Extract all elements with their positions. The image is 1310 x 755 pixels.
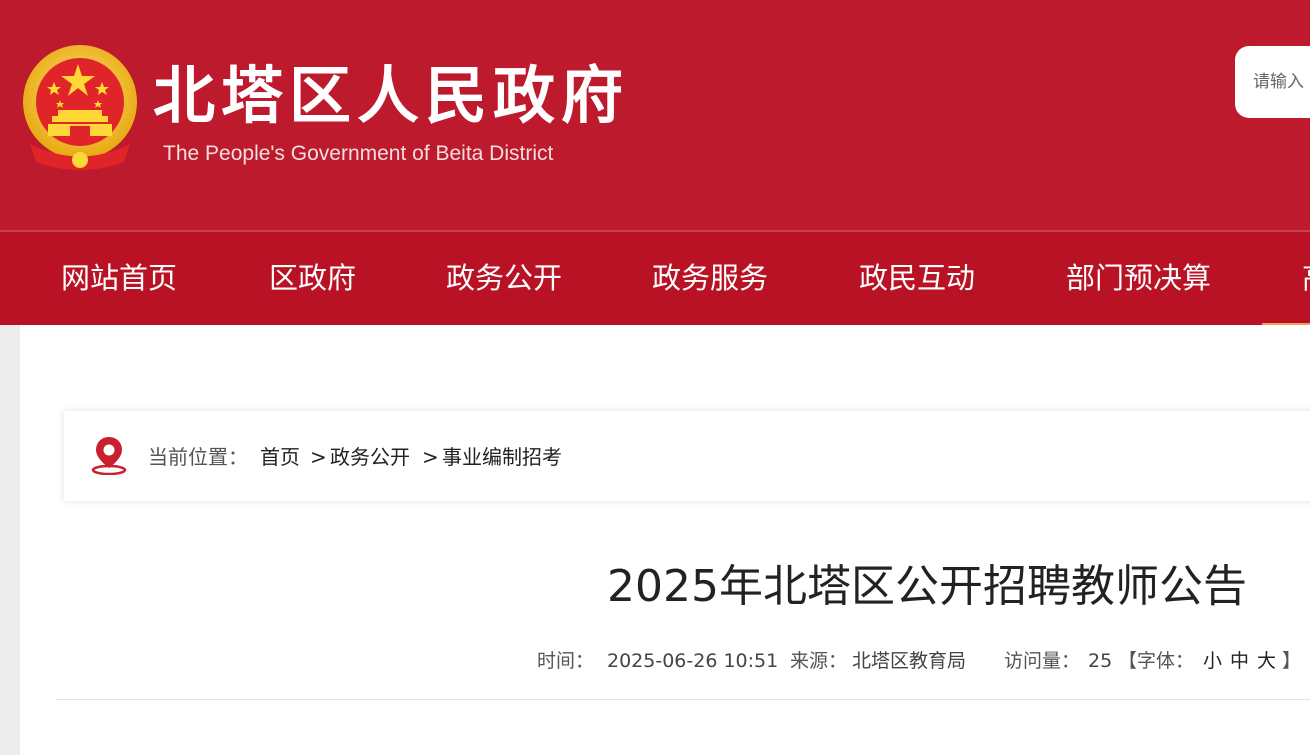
site-title: 北塔区人民政府 (153, 59, 630, 132)
main-nav: 网站首页 区政府 政务公开 政务服务 政民互动 部门预决算 高 (0, 230, 1310, 325)
national-emblem-icon (23, 45, 137, 170)
nav-item-department-budget[interactable]: 部门预决算 (1066, 232, 1211, 325)
search-box[interactable] (1235, 46, 1310, 118)
breadcrumb-separator: > (422, 445, 439, 469)
source-label: 来源： (790, 650, 848, 672)
location-pin-icon (91, 437, 127, 475)
divider (56, 699, 1310, 700)
breadcrumb-recruitment[interactable]: 事业编制招考 (442, 444, 562, 470)
font-size-label: 【字体： (1118, 650, 1195, 672)
publish-time: 2025-06-26 10:51 (607, 650, 779, 672)
breadcrumb-home[interactable]: 首页 (260, 444, 300, 470)
site-header: 北塔区人民政府 The People's Government of Beita… (0, 0, 1310, 230)
font-size-close: 】 (1282, 650, 1302, 672)
article-title: 2025年北塔区公开招聘教师公告 (607, 561, 1247, 612)
search-input[interactable] (1253, 68, 1310, 96)
time-label: 时间： (537, 650, 595, 672)
source-value: 北塔区教育局 (852, 650, 967, 672)
nav-item-truncated[interactable]: 高 (1302, 232, 1310, 325)
nav-item-government-affairs[interactable]: 政务公开 (446, 232, 562, 325)
views-label: 访问量： (1004, 650, 1081, 672)
font-size-large[interactable]: 大 (1257, 648, 1276, 674)
main-content: 当前位置： 首页 > 政务公开 > 事业编制招考 2025年北塔区公开招聘教师公… (20, 325, 1310, 755)
font-size-small[interactable]: 小 (1203, 648, 1222, 674)
nav-item-government-services[interactable]: 政务服务 (652, 232, 768, 325)
breadcrumb-label: 当前位置： (148, 445, 248, 469)
breadcrumb-separator: > (310, 445, 327, 469)
nav-item-public-interaction[interactable]: 政民互动 (859, 232, 975, 325)
breadcrumb-government-affairs[interactable]: 政务公开 (330, 444, 410, 470)
views-count: 25 (1088, 650, 1113, 672)
site-subtitle: The People's Government of Beita Distric… (163, 142, 554, 165)
nav-item-district-government[interactable]: 区政府 (269, 232, 356, 325)
font-size-medium[interactable]: 中 (1230, 648, 1249, 674)
nav-item-home[interactable]: 网站首页 (61, 232, 177, 325)
breadcrumb: 当前位置： 首页 > 政务公开 > 事业编制招考 (64, 411, 1310, 501)
